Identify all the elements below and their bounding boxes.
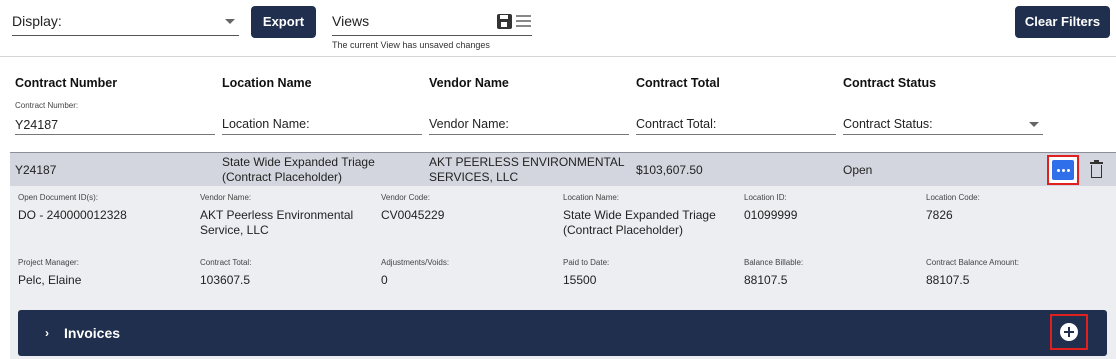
table-row[interactable]: Y24187 State Wide Expanded Triage (Contr… <box>10 152 1116 186</box>
contract-status-filter-placeholder: Contract Status: <box>843 117 933 131</box>
invoices-title: Invoices <box>64 325 121 341</box>
chevron-right-icon: › <box>45 326 49 340</box>
add-invoice-button[interactable] <box>1050 314 1088 350</box>
project-manager-label: Project Manager: <box>18 258 79 267</box>
contract-status-filter[interactable]: Contract Status: <box>843 98 1043 135</box>
project-manager-value: Pelc, Elaine <box>18 273 82 287</box>
row-vendor-name-line1: AKT PEERLESS ENVIRONMENTAL <box>429 155 625 169</box>
list-icon[interactable] <box>516 15 531 28</box>
adjustments-value: 0 <box>381 273 388 287</box>
chevron-down-icon <box>225 19 235 24</box>
toolbar: Display: Export Views The current View h… <box>0 0 1116 57</box>
clear-filters-button[interactable]: Clear Filters <box>1015 6 1110 38</box>
location-id-value: 01099999 <box>744 208 798 222</box>
detail-location-name-label: Location Name: <box>563 193 620 202</box>
detail-vendor-name-line1: AKT Peerless Environmental <box>200 208 354 222</box>
column-header-contract-status[interactable]: Contract Status <box>843 76 936 90</box>
contract-number-filter[interactable]: Contract Number: Y24187 <box>15 98 215 135</box>
location-code-value: 7826 <box>926 208 953 222</box>
column-header-contract-number[interactable]: Contract Number <box>15 76 117 90</box>
row-contract-status: Open <box>843 163 873 177</box>
location-name-filter[interactable]: Location Name: <box>222 98 422 135</box>
row-vendor-name-line2: SERVICES, LLC <box>429 170 519 184</box>
row-location-name-line1: State Wide Expanded Triage <box>222 155 375 169</box>
column-header-vendor-name[interactable]: Vendor Name <box>429 76 509 90</box>
adjustments-label: Adjustments/Voids: <box>381 258 450 267</box>
vendor-code-label: Vendor Code: <box>381 193 430 202</box>
display-select[interactable]: Display: <box>12 8 239 36</box>
contract-balance-label: Contract Balance Amount: <box>926 258 1019 267</box>
location-name-filter-placeholder[interactable]: Location Name: <box>222 117 310 131</box>
row-location-name-line2: (Contract Placeholder) <box>222 170 343 184</box>
column-header-location-name[interactable]: Location Name <box>222 76 312 90</box>
detail-contract-total-value: 103607.5 <box>200 273 251 287</box>
contract-number-filter-value[interactable]: Y24187 <box>15 118 58 132</box>
export-button[interactable]: Export <box>251 6 316 38</box>
chevron-down-icon <box>1029 122 1039 127</box>
balance-billable-value: 88107.5 <box>744 273 788 287</box>
row-contract-number: Y24187 <box>15 163 57 177</box>
vendor-name-filter-placeholder[interactable]: Vendor Name: <box>429 117 509 131</box>
trash-icon[interactable] <box>1090 160 1103 178</box>
row-contract-total: $103,607.50 <box>636 163 703 177</box>
detail-location-name-line1: State Wide Expanded Triage <box>563 208 716 222</box>
contract-total-filter-placeholder[interactable]: Contract Total: <box>636 117 716 131</box>
contract-total-filter[interactable]: Contract Total: <box>636 98 836 135</box>
location-id-label: Location ID: <box>744 193 787 202</box>
balance-billable-label: Balance Billable: <box>744 258 804 267</box>
vendor-code-value: CV0045229 <box>381 208 445 222</box>
detail-location-name-line2: (Contract Placeholder) <box>563 223 684 237</box>
column-header-contract-total[interactable]: Contract Total <box>636 76 720 90</box>
invoices-accordion[interactable]: › Invoices <box>18 310 1107 356</box>
vendor-name-filter[interactable]: Vendor Name: <box>429 98 629 135</box>
detail-vendor-name-label: Vendor Name: <box>200 193 252 202</box>
display-label: Display: <box>12 13 62 29</box>
more-actions-icon <box>1052 160 1074 180</box>
open-document-label: Open Document ID(s): <box>18 193 99 202</box>
open-document-value: DO - 240000012328 <box>18 208 127 222</box>
paid-to-date-label: Paid to Date: <box>563 258 610 267</box>
more-actions-button[interactable] <box>1047 155 1079 185</box>
detail-contract-total-label: Contract Total: <box>200 258 252 267</box>
location-code-label: Location Code: <box>926 193 980 202</box>
save-icon[interactable] <box>497 14 512 29</box>
views-unsaved-note: The current View has unsaved changes <box>332 40 490 50</box>
contract-number-filter-label: Contract Number: <box>15 101 79 110</box>
paid-to-date-value: 15500 <box>563 273 597 287</box>
views-label: Views <box>332 13 370 29</box>
add-circle-icon <box>1060 323 1078 341</box>
contract-balance-value: 88107.5 <box>926 273 970 287</box>
detail-vendor-name-line2: Service, LLC <box>200 223 269 237</box>
views-select[interactable]: Views <box>332 8 532 36</box>
